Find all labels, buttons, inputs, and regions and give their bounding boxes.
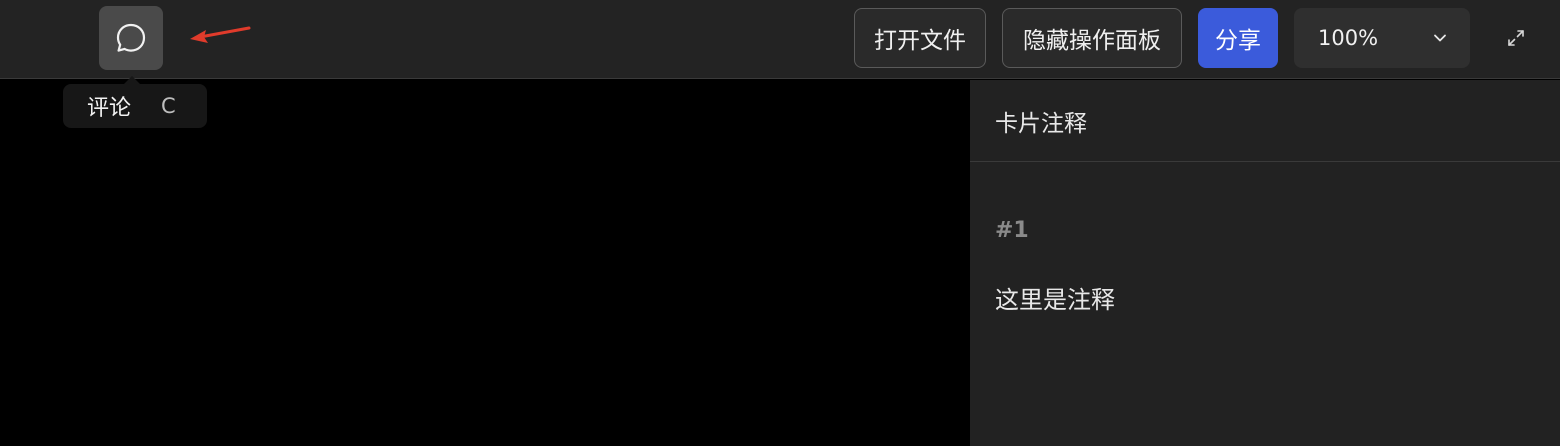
comment-button[interactable] <box>99 6 163 70</box>
hide-panel-button[interactable]: 隐藏操作面板 <box>1002 8 1182 68</box>
hide-panel-label: 隐藏操作面板 <box>1023 28 1161 54</box>
note-text[interactable]: 这里是注释 <box>995 280 1115 315</box>
chevron-down-icon <box>1434 34 1446 42</box>
note-number: #1 <box>995 218 1029 243</box>
expand-icon <box>1508 30 1524 46</box>
share-button[interactable]: 分享 <box>1198 8 1278 68</box>
open-file-label: 打开文件 <box>874 28 966 54</box>
open-file-button[interactable]: 打开文件 <box>854 8 986 68</box>
top-toolbar: 打开文件 隐藏操作面板 分享 100% <box>0 0 1560 79</box>
zoom-select[interactable]: 100% <box>1294 8 1470 68</box>
panel-title: 卡片注释 <box>995 110 1087 137</box>
red-pointer-arrow-icon <box>190 26 251 43</box>
fullscreen-button[interactable] <box>1500 22 1532 54</box>
tooltip-caret <box>124 76 140 84</box>
comment-tooltip-label: 评论 <box>87 96 132 121</box>
panel-header: 卡片注释 <box>970 80 1560 162</box>
canvas-area[interactable] <box>0 80 970 446</box>
zoom-value: 100% <box>1318 26 1379 50</box>
comment-bubble-icon <box>116 23 146 52</box>
share-label: 分享 <box>1215 28 1261 54</box>
annotation-panel: 卡片注释 #1 这里是注释 <box>970 80 1560 446</box>
app-window: 打开文件 隐藏操作面板 分享 100% 评论 C 卡片注释 #1 这里是注释 <box>0 0 1560 446</box>
comment-tooltip: 评论 C <box>63 84 207 128</box>
comment-tooltip-shortcut: C <box>161 94 176 118</box>
